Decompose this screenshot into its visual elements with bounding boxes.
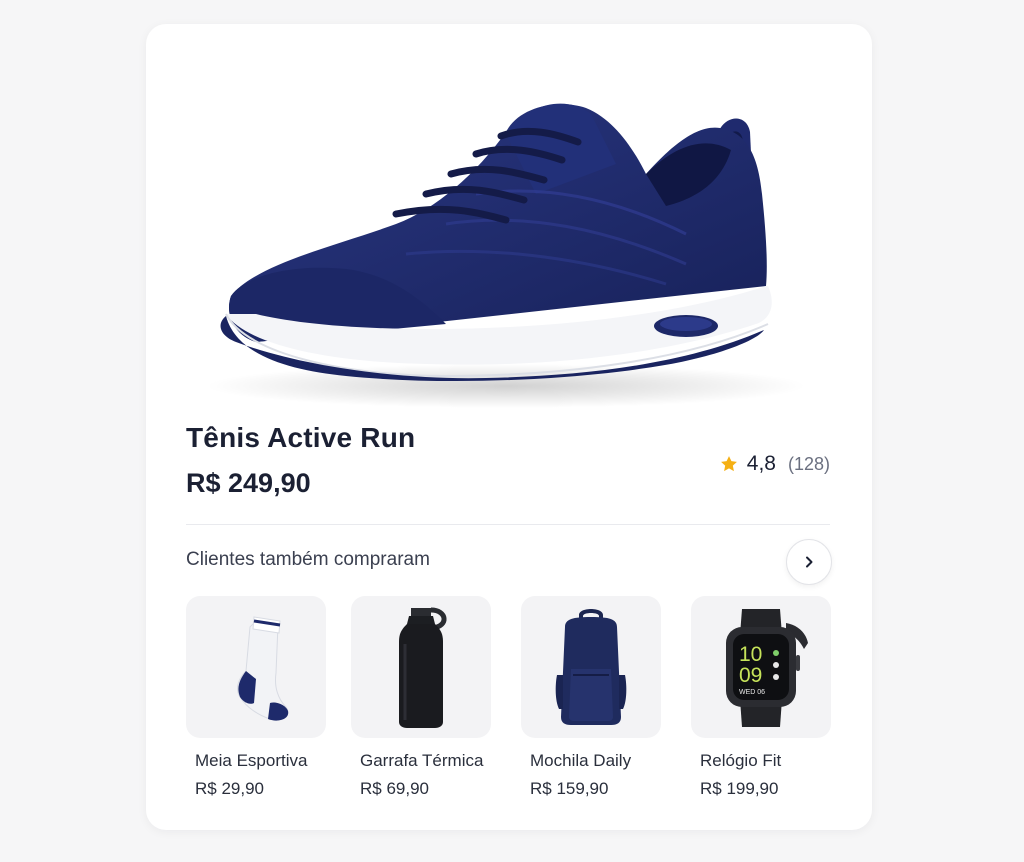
product-title: Tênis Active Run xyxy=(186,422,416,453)
product-name: Mochila Daily xyxy=(530,751,632,770)
related-product[interactable]: Mochila Daily R$ 159,90 xyxy=(521,596,661,799)
rating-value: 4,8 xyxy=(746,452,776,475)
product-card: Tênis Active Run R$ 249,90 4,8 (128) Cli… xyxy=(146,24,872,830)
product-name: Meia Esportiva xyxy=(195,751,308,770)
product-thumbnail[interactable]: 10 09 WED 06 xyxy=(691,596,831,738)
review-count: (128) xyxy=(787,453,830,474)
product-price: R$ 29,90 xyxy=(195,779,264,798)
product-price: R$ 69,90 xyxy=(360,779,429,798)
related-product[interactable]: Meia Esportiva R$ 29,90 xyxy=(186,596,326,799)
watch-date: WED 06 xyxy=(739,689,765,696)
product-rating[interactable]: 4,8 (128) xyxy=(719,452,830,476)
product-thumbnail[interactable] xyxy=(351,596,491,738)
smartwatch-image: 10 09 WED 06 xyxy=(726,609,808,727)
sneaker-image xyxy=(206,103,806,408)
related-heading: Clientes também compraram xyxy=(186,549,430,570)
watch-minutes: 09 xyxy=(739,664,762,687)
product-price: R$ 199,90 xyxy=(700,779,779,798)
product-image[interactable] xyxy=(146,24,872,424)
backpack-image xyxy=(555,609,627,725)
star-icon xyxy=(720,456,737,472)
divider xyxy=(186,524,830,525)
product-price: R$ 159,90 xyxy=(530,779,609,798)
product-thumbnail[interactable] xyxy=(186,596,326,738)
next-button[interactable] xyxy=(786,539,832,585)
watch-hours: 10 xyxy=(739,643,762,666)
product-name: Garrafa Térmica xyxy=(360,751,484,770)
product-thumbnail[interactable] xyxy=(521,596,661,738)
related-product[interactable]: Garrafa Térmica R$ 69,90 xyxy=(351,596,491,799)
related-product[interactable]: 10 09 WED 06 Relógio Fit R$ 199,90 xyxy=(691,596,831,799)
product-name: Relógio Fit xyxy=(700,751,782,770)
sock-image xyxy=(237,616,289,721)
product-price: R$ 249,90 xyxy=(186,468,311,498)
chevron-right-icon xyxy=(806,556,813,568)
bottle-image xyxy=(399,607,447,728)
